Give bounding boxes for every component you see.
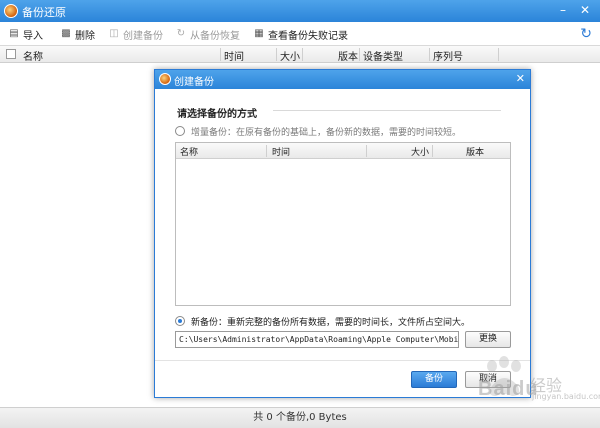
col-serial[interactable]: 序列号: [433, 48, 463, 63]
select-all-checkbox[interactable]: [6, 49, 16, 59]
dialog-close-icon[interactable]: ✕: [516, 72, 525, 85]
col-time[interactable]: 时间: [224, 48, 244, 63]
column-divider: [302, 48, 303, 61]
create-backup-dialog: 创建备份 ✕ 请选择备份的方式 增量备份：在原有备份的基础上，备份新的数据，需要…: [154, 69, 531, 398]
col-version[interactable]: 版本: [338, 48, 358, 63]
column-divider: [276, 48, 277, 61]
column-divider: [498, 48, 499, 61]
watermark-url: jingyan.baidu.com: [532, 392, 600, 401]
create-backup-button[interactable]: ◫ 创建备份: [108, 27, 163, 42]
column-divider: [359, 48, 360, 61]
trash-icon: ▩: [61, 28, 71, 39]
status-bar: 共 0 个备份,0 Bytes: [0, 407, 600, 428]
baidu-watermark: Baidu 经验 jingyan.baidu.com: [478, 356, 600, 406]
import-label: 导入: [23, 30, 43, 42]
incremental-backup-label[interactable]: 增量备份：在原有备份的基础上，备份新的数据，需要的时间较短。: [191, 125, 461, 138]
inner-col-name: 名称: [180, 148, 199, 158]
change-path-button[interactable]: 更换: [465, 331, 511, 348]
column-divider: [432, 145, 433, 157]
import-icon: ▤: [9, 28, 19, 39]
dialog-titlebar: 创建备份 ✕: [155, 70, 530, 89]
backup-selection-header: 名称 时间 大小 版本: [176, 143, 510, 159]
view-failed-label: 查看备份失败记录: [268, 30, 348, 42]
restore-icon: ↻: [176, 28, 186, 39]
backup-ok-button[interactable]: 备份: [411, 371, 457, 388]
delete-button[interactable]: ▩ 删除: [60, 27, 95, 42]
new-backup-label[interactable]: 新备份：重新完整的备份所有数据，需要的时间长，文件所占空间大。: [191, 315, 470, 328]
backup-selection-table[interactable]: 名称 时间 大小 版本: [175, 142, 511, 306]
window-titlebar: 备份还原 – ✕: [0, 0, 600, 22]
column-divider: [366, 145, 367, 157]
restore-button[interactable]: ↻ 从备份恢复: [175, 27, 240, 42]
refresh-icon[interactable]: ↻: [580, 26, 592, 42]
incremental-backup-radio[interactable]: [175, 126, 185, 136]
close-icon[interactable]: ✕: [576, 2, 594, 18]
col-size[interactable]: 大小: [280, 48, 300, 63]
section-title: 请选择备份的方式: [177, 109, 257, 120]
restore-label: 从备份恢复: [190, 30, 240, 42]
delete-label: 删除: [75, 30, 95, 42]
view-failed-records-button[interactable]: ▦ 查看备份失败记录: [253, 27, 348, 42]
column-divider: [266, 145, 267, 157]
inner-col-size: 大小: [411, 148, 430, 158]
backup-list-header: 名称 时间 大小 版本 设备类型 序列号: [0, 46, 600, 63]
column-divider: [429, 48, 430, 61]
inner-col-version: 版本: [466, 148, 485, 158]
create-backup-icon: ◫: [109, 28, 119, 39]
dialog-footer: 备份 取消: [155, 360, 530, 397]
window-title: 备份还原: [22, 6, 66, 19]
app-logo-icon: [4, 4, 18, 18]
toolbar: ▤ 导入 ▩ 删除 ◫ 创建备份 ↻ 从备份恢复 ▦ 查看备份失败记录 ↻: [0, 22, 600, 46]
inner-col-time: 时间: [272, 148, 291, 158]
new-backup-radio[interactable]: [175, 316, 185, 326]
dialog-title: 创建备份: [174, 77, 214, 88]
create-backup-label: 创建备份: [123, 30, 163, 42]
backup-path-field[interactable]: C:\Users\Administrator\AppData\Roaming\A…: [175, 331, 459, 348]
col-device-type[interactable]: 设备类型: [363, 48, 403, 63]
section-divider: [273, 110, 501, 111]
dialog-logo-icon: [159, 73, 171, 85]
col-name[interactable]: 名称: [23, 48, 43, 63]
records-icon: ▦: [254, 28, 264, 39]
status-summary: 共 0 个备份,0 Bytes: [253, 412, 347, 423]
import-button[interactable]: ▤ 导入: [8, 27, 43, 42]
minimize-icon[interactable]: –: [554, 2, 572, 18]
column-divider: [220, 48, 221, 61]
